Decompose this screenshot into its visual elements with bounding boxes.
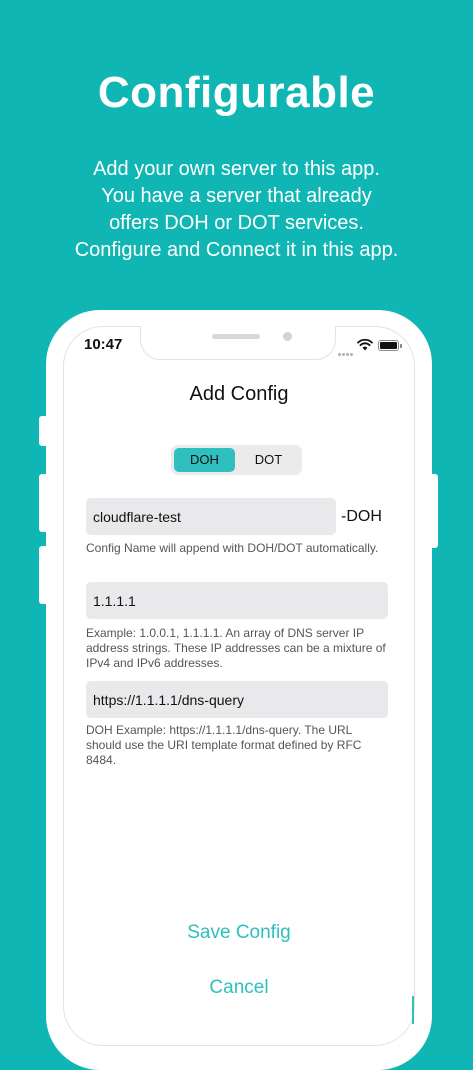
wifi-icon [357,338,373,351]
promo-line: Add your own server to this app. [93,158,380,180]
cancel-button[interactable]: Cancel [63,977,415,999]
promo-headline: Configurable [97,68,376,117]
phone-notch [140,326,336,360]
segment-dot[interactable]: DOT [238,448,299,472]
scroll-indicator[interactable] [412,996,414,1024]
promo-line: You have a server that already [101,185,372,207]
promo-description: Add your own server to this app. You hav… [0,156,473,264]
config-name-suffix: -DOH [341,508,382,525]
config-name-hint: Config Name will append with DOH/DOT aut… [86,541,379,555]
promo-line: offers DOH or DOT services. [109,212,364,234]
front-camera [283,332,292,341]
save-config-button[interactable]: Save Config [63,922,415,944]
signal-dots-icon [338,343,354,356]
status-icons [338,338,402,356]
promo-line: Configure and Connect it in this app. [74,239,399,261]
server-ip-hint: Example: 1.0.0.1, 1.1.1.1. An array of D… [86,626,386,670]
config-name-input[interactable]: cloudflare-test [86,498,336,535]
server-ip-input[interactable]: 1.1.1.1 [86,582,388,619]
protocol-segmented-control: DOH DOT [171,445,302,475]
page-title: Add Config [189,383,289,405]
battery-icon [378,340,402,351]
doh-url-hint: DOH Example: https://1.1.1.1/dns-query. … [86,723,362,767]
speaker-grille [212,334,260,339]
segment-doh[interactable]: DOH [174,448,235,472]
status-time: 10:47 [84,336,123,353]
doh-url-input[interactable]: https://1.1.1.1/dns-query [86,681,388,718]
